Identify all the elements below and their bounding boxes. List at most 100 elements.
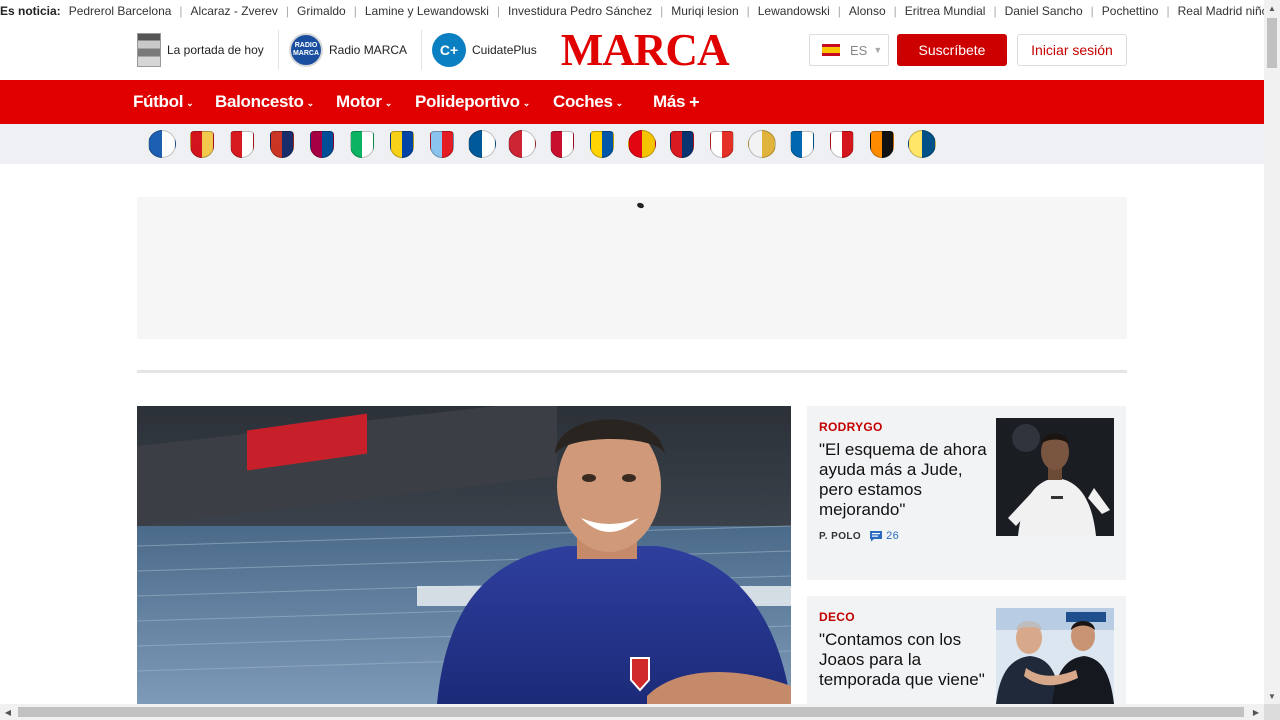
trending-link[interactable]: Pedrerol Barcelona [69,4,172,18]
press-conference-photo-image [996,608,1114,704]
comments-link[interactable]: 26 [869,530,899,542]
scroll-right-arrow-icon[interactable]: ▶ [1248,704,1264,720]
card-kicker[interactable]: DECO [819,610,855,624]
news-card[interactable]: RODRYGO "El esquema de ahora ayuda más a… [807,406,1126,580]
cuidateplus-link[interactable]: C+ CuidatePlus [432,30,537,70]
trending-bar: Es noticia: Pedrerol Barcelona | Alcaraz … [0,0,1264,22]
trending-separator: | [1166,4,1170,18]
trending-separator: | [353,4,357,18]
language-code: ES [850,42,868,58]
team-crest-almeria-icon[interactable] [188,130,216,158]
card-byline: P. POLO 26 [819,530,899,542]
header-divider [278,30,279,70]
team-crest-cadiz-icon[interactable] [388,130,416,158]
trending-link[interactable]: Alcaraz - Zverev [191,4,278,18]
crest-shape [710,130,734,158]
card-thumbnail[interactable] [996,608,1114,704]
team-crest-atletico-icon[interactable] [268,130,296,158]
team-crest-osasuna-icon[interactable] [668,130,696,158]
header-divider [421,30,422,70]
chevron-down-icon: ⌄ [306,98,315,108]
trending-link[interactable]: Daniel Sancho [1005,4,1083,18]
team-crest-las-palmas-icon[interactable] [588,130,616,158]
chevron-down-icon: ⌄ [615,98,624,108]
team-crest-real-sociedad-icon[interactable] [788,130,816,158]
nav-item-polideportivo[interactable]: Polideportivo ⌄ [415,80,530,124]
crest-shape [468,130,496,158]
news-card[interactable]: DECO "Contamos con los Joaos para la tem… [807,596,1126,704]
trending-link[interactable]: Lewandowski [758,4,830,18]
trending-link[interactable]: Pochettino [1102,4,1159,18]
chevron-down-icon: ⌄ [384,98,393,108]
trending-link[interactable]: Lamine y Lewandowski [365,4,489,18]
crest-shape [310,130,334,158]
chevron-down-icon: ⌄ [186,98,194,108]
stadium-portrait-image [137,406,791,704]
trending-link[interactable]: Alonso [849,4,886,18]
crest-shape [148,130,176,158]
subscribe-button[interactable]: Suscríbete [897,34,1007,66]
scrollbar-corner [1264,704,1280,720]
horizontal-scroll-thumb[interactable] [18,707,1244,717]
comment-count: 26 [886,530,900,542]
nav-item-motor[interactable]: Motor ⌄ [336,80,392,124]
crest-shape [870,130,894,158]
scroll-left-arrow-icon[interactable]: ◀ [0,704,16,720]
portada-link[interactable]: La portada de hoy [137,30,264,70]
team-crest-real-madrid-icon[interactable] [748,130,776,158]
cuidateplus-logo-icon: C+ [432,33,466,67]
team-crest-valencia-icon[interactable] [868,130,896,158]
login-button[interactable]: Iniciar sesión [1017,34,1127,66]
trending-separator: | [993,4,997,18]
crest-shape [190,130,214,158]
trending-label: Es noticia: [0,4,61,18]
scroll-down-arrow-icon[interactable]: ▼ [1264,688,1280,704]
nav-item-futbol[interactable]: Fútbol ⌄ [133,80,194,124]
team-crest-rayo-icon[interactable] [708,130,736,158]
trending-link[interactable]: Real Madrid niño [1178,4,1264,18]
trending-link[interactable]: Grimaldo [297,4,346,18]
team-crest-villarreal-icon[interactable] [908,130,936,158]
radio-marca-link[interactable]: RADIO MARCA Radio MARCA [289,30,407,70]
vertical-scroll-thumb[interactable] [1267,18,1277,68]
chevron-down-icon: ⌄ [522,98,531,108]
vertical-scrollbar[interactable]: ▲ ▼ [1264,0,1280,704]
trending-separator: | [1090,4,1094,18]
nav-item-baloncesto[interactable]: Baloncesto ⌄ [215,80,314,124]
card-thumbnail[interactable] [996,418,1114,536]
team-crest-barcelona-icon[interactable] [308,130,336,158]
team-crest-granada-icon[interactable] [548,130,576,158]
site-header: La portada de hoy RADIO MARCA Radio MARCA… [137,22,1127,80]
main-nav: Fútbol ⌄ Baloncesto ⌄ Motor ⌄ Polideportivo… [0,80,1264,124]
team-crest-girona-icon[interactable] [508,130,536,158]
card-headline[interactable]: "El esquema de ahora ayuda más a Jude, p… [819,440,987,520]
player-photo-image [996,418,1114,536]
card-headline[interactable]: "Contamos con los Joaos para la temporad… [819,630,987,690]
team-crest-betis-icon[interactable] [348,130,376,158]
nav-item-mas[interactable]: Más + [653,80,700,124]
trending-link[interactable]: Muriqi lesion [671,4,738,18]
crest-shape [390,130,414,158]
team-crest-sevilla-icon[interactable] [828,130,856,158]
comment-icon [870,531,883,542]
team-crest-mallorca-icon[interactable] [628,130,656,158]
loading-spinner-icon [636,201,645,210]
team-crest-alaves-icon[interactable] [148,130,176,158]
horizontal-scrollbar[interactable]: ◀ ▶ [0,704,1264,720]
hero-image[interactable] [137,406,791,704]
trending-link[interactable]: Investidura Pedro Sánchez [508,4,652,18]
team-crest-athletic-icon[interactable] [228,130,256,158]
language-selector[interactable]: ES ▼ [809,34,889,66]
team-crest-getafe-icon[interactable] [468,130,496,158]
crest-shape [590,130,614,158]
card-kicker[interactable]: RODRYGO [819,420,883,434]
team-crest-celta-icon[interactable] [428,130,456,158]
trending-link[interactable]: Eritrea Mundial [905,4,986,18]
nav-item-coches[interactable]: Coches ⌄ [553,80,623,124]
ad-placeholder [137,197,1127,339]
portada-label: La portada de hoy [167,43,264,57]
radio-marca-label: Radio MARCA [329,43,408,57]
marca-logo[interactable]: MARCA [561,26,730,74]
crest-shape [628,130,656,158]
scroll-up-arrow-icon[interactable]: ▲ [1264,0,1280,16]
